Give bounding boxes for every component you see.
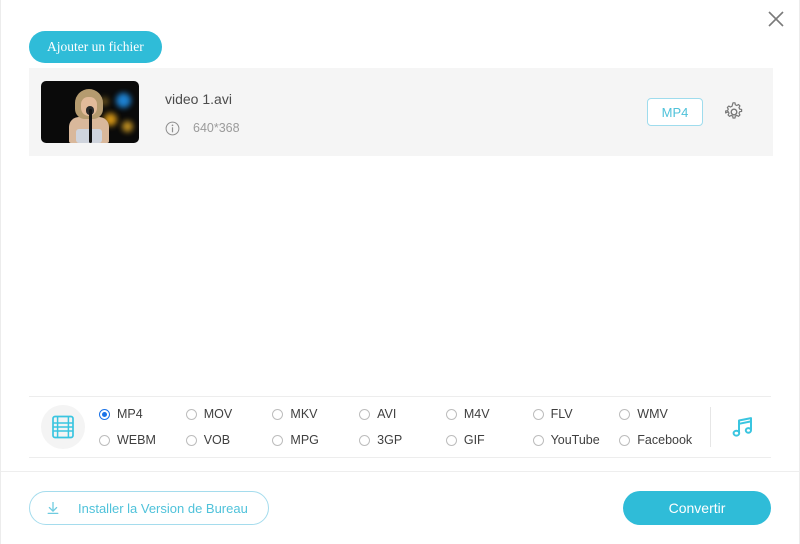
format-option-webm[interactable]: WEBM bbox=[99, 429, 186, 451]
install-desktop-version-label: Installer la Version de Bureau bbox=[78, 500, 248, 516]
format-options: MP4 MOV MKV AVI M4V FLV WMV WEBM VOB MPG… bbox=[95, 403, 706, 451]
format-option-label: Facebook bbox=[637, 433, 693, 447]
format-option-label: WEBM bbox=[117, 433, 156, 447]
bottom-bar: Installer la Version de Bureau Convertir bbox=[1, 471, 799, 544]
info-circle-icon[interactable] bbox=[165, 121, 180, 136]
radio-icon bbox=[619, 434, 631, 446]
install-desktop-version-button[interactable]: Installer la Version de Bureau bbox=[29, 491, 269, 525]
gear-icon[interactable] bbox=[721, 99, 747, 125]
format-option-label: YouTube bbox=[550, 433, 600, 447]
radio-icon bbox=[185, 408, 197, 420]
add-file-button[interactable]: Ajouter un fichier bbox=[29, 31, 162, 63]
format-option-label: M4V bbox=[463, 407, 490, 421]
format-option-label: MPG bbox=[290, 433, 319, 447]
converter-window: Ajouter un fichier video 1.avi 640*368 M… bbox=[0, 0, 800, 544]
format-option-mp4[interactable]: MP4 bbox=[99, 403, 186, 425]
format-option-wmv[interactable]: WMV bbox=[619, 403, 706, 425]
file-list-item[interactable]: video 1.avi 640*368 MP4 bbox=[29, 68, 773, 156]
music-note-icon[interactable] bbox=[715, 412, 771, 442]
radio-icon bbox=[532, 434, 544, 446]
file-details: 640*368 bbox=[165, 121, 647, 136]
format-option-label: WMV bbox=[637, 407, 668, 421]
file-list: video 1.avi 640*368 MP4 bbox=[29, 68, 773, 156]
format-option-label: VOB bbox=[203, 433, 231, 447]
format-option-m4v[interactable]: M4V bbox=[445, 403, 533, 425]
radio-icon bbox=[272, 434, 284, 446]
radio-icon bbox=[445, 434, 457, 446]
format-option-mkv[interactable]: MKV bbox=[272, 403, 359, 425]
file-resolution: 640*368 bbox=[193, 121, 240, 135]
radio-icon bbox=[359, 408, 371, 420]
picker-divider bbox=[710, 407, 711, 447]
radio-icon bbox=[619, 408, 631, 420]
format-option-label: 3GP bbox=[377, 433, 403, 447]
video-thumbnail bbox=[41, 81, 139, 143]
format-option-label: MOV bbox=[203, 407, 233, 421]
format-option-label: FLV bbox=[550, 407, 573, 421]
radio-icon bbox=[99, 408, 110, 420]
format-option-label: MKV bbox=[290, 407, 318, 421]
file-name: video 1.avi bbox=[165, 90, 232, 107]
format-option-label: GIF bbox=[463, 433, 485, 447]
film-strip-icon[interactable] bbox=[41, 405, 85, 449]
format-option-gif[interactable]: GIF bbox=[445, 429, 533, 451]
radio-icon bbox=[272, 408, 284, 420]
format-option-youtube[interactable]: YouTube bbox=[532, 429, 620, 451]
download-icon bbox=[44, 499, 62, 517]
format-option-mov[interactable]: MOV bbox=[185, 403, 273, 425]
format-option-avi[interactable]: AVI bbox=[359, 403, 446, 425]
radio-icon bbox=[359, 434, 371, 446]
file-format-badge[interactable]: MP4 bbox=[647, 98, 703, 126]
format-option-label: MP4 bbox=[117, 407, 143, 421]
close-icon[interactable] bbox=[761, 4, 791, 34]
file-meta: video 1.avi 640*368 bbox=[139, 89, 647, 136]
toolbar: Ajouter un fichier bbox=[29, 31, 162, 63]
format-option-flv[interactable]: FLV bbox=[532, 403, 620, 425]
radio-icon bbox=[445, 408, 457, 420]
format-option-vob[interactable]: VOB bbox=[185, 429, 273, 451]
format-option-facebook[interactable]: Facebook bbox=[619, 429, 706, 451]
radio-icon bbox=[185, 434, 197, 446]
format-option-mpg[interactable]: MPG bbox=[272, 429, 359, 451]
radio-icon bbox=[99, 434, 110, 446]
format-picker: MP4 MOV MKV AVI M4V FLV WMV WEBM VOB MPG… bbox=[29, 396, 771, 458]
format-option-3gp[interactable]: 3GP bbox=[359, 429, 446, 451]
format-option-label: AVI bbox=[377, 407, 397, 421]
radio-icon bbox=[532, 408, 544, 420]
convert-button[interactable]: Convertir bbox=[623, 491, 771, 525]
